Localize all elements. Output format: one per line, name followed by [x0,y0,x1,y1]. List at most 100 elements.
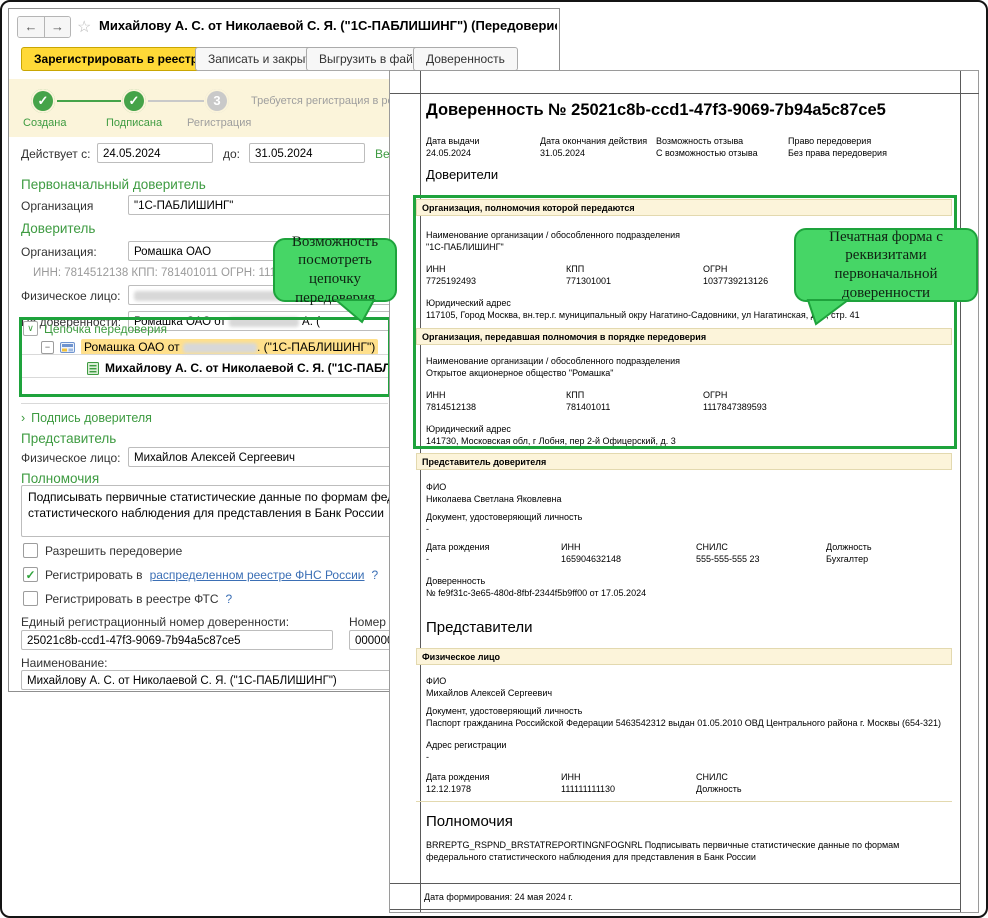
back-icon[interactable]: ← [18,17,44,37]
tree-divider [21,354,388,355]
org-poa-icon [60,341,75,354]
chain-row-1-text: Ромашка ОАО от . ("1С-ПАБЛИШИНГ") [81,339,378,355]
meta-value: 24.05.2024 [426,147,538,159]
principal-rep-fio: ФИОНиколаева Светлана Яковлевна [426,481,562,505]
meta-value: С возможностью отзыва [656,147,768,159]
redacted-text [183,343,257,353]
step-created-label: Создана [23,117,66,129]
meta-value: Без права передоверия [788,147,900,159]
valid-to-input[interactable]: 31.05.2024 [249,143,365,163]
grid-line [390,93,979,94]
chain-callout: Возможность посмотреть цепочку передовер… [273,238,397,302]
favorite-star-icon[interactable]: ☆ [77,17,91,37]
collapse-chevron-icon[interactable]: ∨ [23,321,38,336]
powers-heading: Полномочия [426,813,513,830]
collapse-minus-icon[interactable]: − [41,341,54,354]
org2-name: Наименование организации / обособленного… [426,355,680,379]
signature-link-label: Подпись доверителя [31,411,152,425]
print-title: Доверенность № 25021c8b-ccd1-47f3-9069-7… [426,101,886,120]
meta-issue-date: Дата выдачи 24.05.2024 [426,135,538,159]
org2-address: Юридический адрес141730, Московская обл,… [426,423,926,447]
fns-registry-link[interactable]: распределенном реестре ФНС России [150,568,365,582]
rep-fio: ФИОМихайлов Алексей Сергеевич [426,675,552,699]
section-divider [416,801,952,802]
chain-tree-row-1[interactable]: − Ромашка ОАО от . ("1С-ПАБЛИШИНГ") [41,339,378,355]
valid-from-input[interactable]: 24.05.2024 [97,143,213,163]
check-icon: ✓ [129,93,140,108]
reps-heading: Представители [426,619,532,636]
step-signed-icon: ✓ [122,89,146,113]
step-connector [148,100,204,102]
meta-expiry-date: Дата окончания действия 31.05.2024 [540,135,652,159]
rep-details: Дата рождения12.12.1978 ИНН111111111130 … [426,771,826,795]
meta-label: Дата выдачи [426,135,538,147]
print-callout: Печатная форма с реквизитами первоначаль… [794,228,978,302]
register-fts-checkbox[interactable] [23,591,38,606]
section-powers: Полномочия [21,471,99,486]
step-created-icon: ✓ [31,89,55,113]
rep-bar: Физическое лицо [416,648,952,665]
org1-name: Наименование организации / обособленного… [426,229,680,253]
grid-line [390,883,960,884]
register-fns-label: Регистрировать в [45,568,143,582]
chain-group-header[interactable]: ∨ Цепочка передоверия [23,321,167,336]
grid-line [420,71,421,912]
redacted-text [229,317,299,327]
rep-address: Адрес регистрации- [426,739,506,763]
register-fns-row: ✓ Регистрировать в распределенном реестр… [23,567,378,582]
meta-label: Право передоверия [788,135,900,147]
grid-line [960,71,961,912]
nav-buttons: ← → [17,16,71,38]
principal-rep-bar: Представитель доверителя [416,453,952,470]
step-number: 3 [213,93,220,108]
register-fns-checkbox[interactable]: ✓ [23,567,38,582]
section-initial-principal: Первоначальный доверитель [21,177,206,192]
valid-to-label: до: [223,147,240,161]
generated-date: Дата формирования: 24 мая 2024 г. [424,891,573,903]
org1-ids: ИНН7725192493 КПП771301001 ОГРН103773921… [426,263,768,287]
tree-divider [21,377,388,378]
allow-subdelegation-label: Разрешить передоверие [45,544,182,558]
fts-help-link[interactable]: ? [226,592,233,606]
print-callout-tail [802,298,852,326]
chevron-right-icon: › [21,411,25,425]
fns-help-link[interactable]: ? [372,568,379,582]
sub-poa-icon [87,362,99,375]
step-registration-icon: 3 [205,89,229,113]
register-fts-label: Регистрировать в реестре ФТС [45,592,219,606]
allow-subdelegation-row: Разрешить передоверие [23,543,182,558]
register-in-registry-button[interactable]: Зарегистрировать в реестре [21,47,218,71]
meta-subdelegation-right: Право передоверия Без права передоверия [788,135,900,159]
meta-value: 31.05.2024 [540,147,652,159]
rep-person-input[interactable]: Михайлов Алексей Сергеевич [128,447,428,467]
org1-bar: Организация, полномочия которой передают… [416,199,952,216]
register-fts-row: Регистрировать в реестре ФТС ? [23,591,232,606]
check-icon: ✓ [38,93,49,108]
allow-subdelegation-checkbox[interactable] [23,543,38,558]
org2-bar: Организация, передавшая полномочия в пор… [416,328,952,345]
poa-menu-button[interactable]: Доверенность [413,47,518,71]
forward-icon[interactable]: → [44,17,70,37]
uid-input[interactable]: 25021c8b-ccd1-47f3-9069-7b94a5c87ce5 [21,630,333,650]
window-title: Михайлову А. С. от Николаевой С. Я. ("1С… [99,18,557,33]
uid-label: Единый регистрационный номер доверенност… [21,615,289,629]
powers-text: BRREPTG_RSPND_BRSTATREPORTINGNFOGNRL Под… [426,839,946,863]
step-connector [57,100,121,102]
chain-group-label: Цепочка передоверия [44,322,167,336]
step-registration-label: Регистрация [187,117,251,129]
principals-heading: Доверители [426,167,498,182]
principal-rep-doc: Документ, удостоверяющий личность- [426,511,582,535]
rep-person-label: Физическое лицо: [21,451,120,465]
org-label: Организация [21,199,93,213]
step-signed-label: Подписана [106,117,162,129]
meta-label: Дата окончания действия [540,135,652,147]
principal-org-label: Организация: [21,245,97,259]
rep-doc: Документ, удостоверяющий личностьПаспорт… [426,705,946,729]
meta-revocability: Возможность отзыва С возможностью отзыва [656,135,768,159]
chain-callout-tail [332,298,378,324]
grid-line [390,909,960,910]
initial-principal-org-input[interactable]: "1С-ПАБЛИШИНГ" [128,195,428,215]
print-form-window: Доверенность № 25021c8b-ccd1-47f3-9069-7… [389,70,979,913]
by-poa-input[interactable]: Ромашка ОАО от А. ( [128,311,428,331]
principal-signature-link[interactable]: › Подпись доверителя [21,411,152,425]
